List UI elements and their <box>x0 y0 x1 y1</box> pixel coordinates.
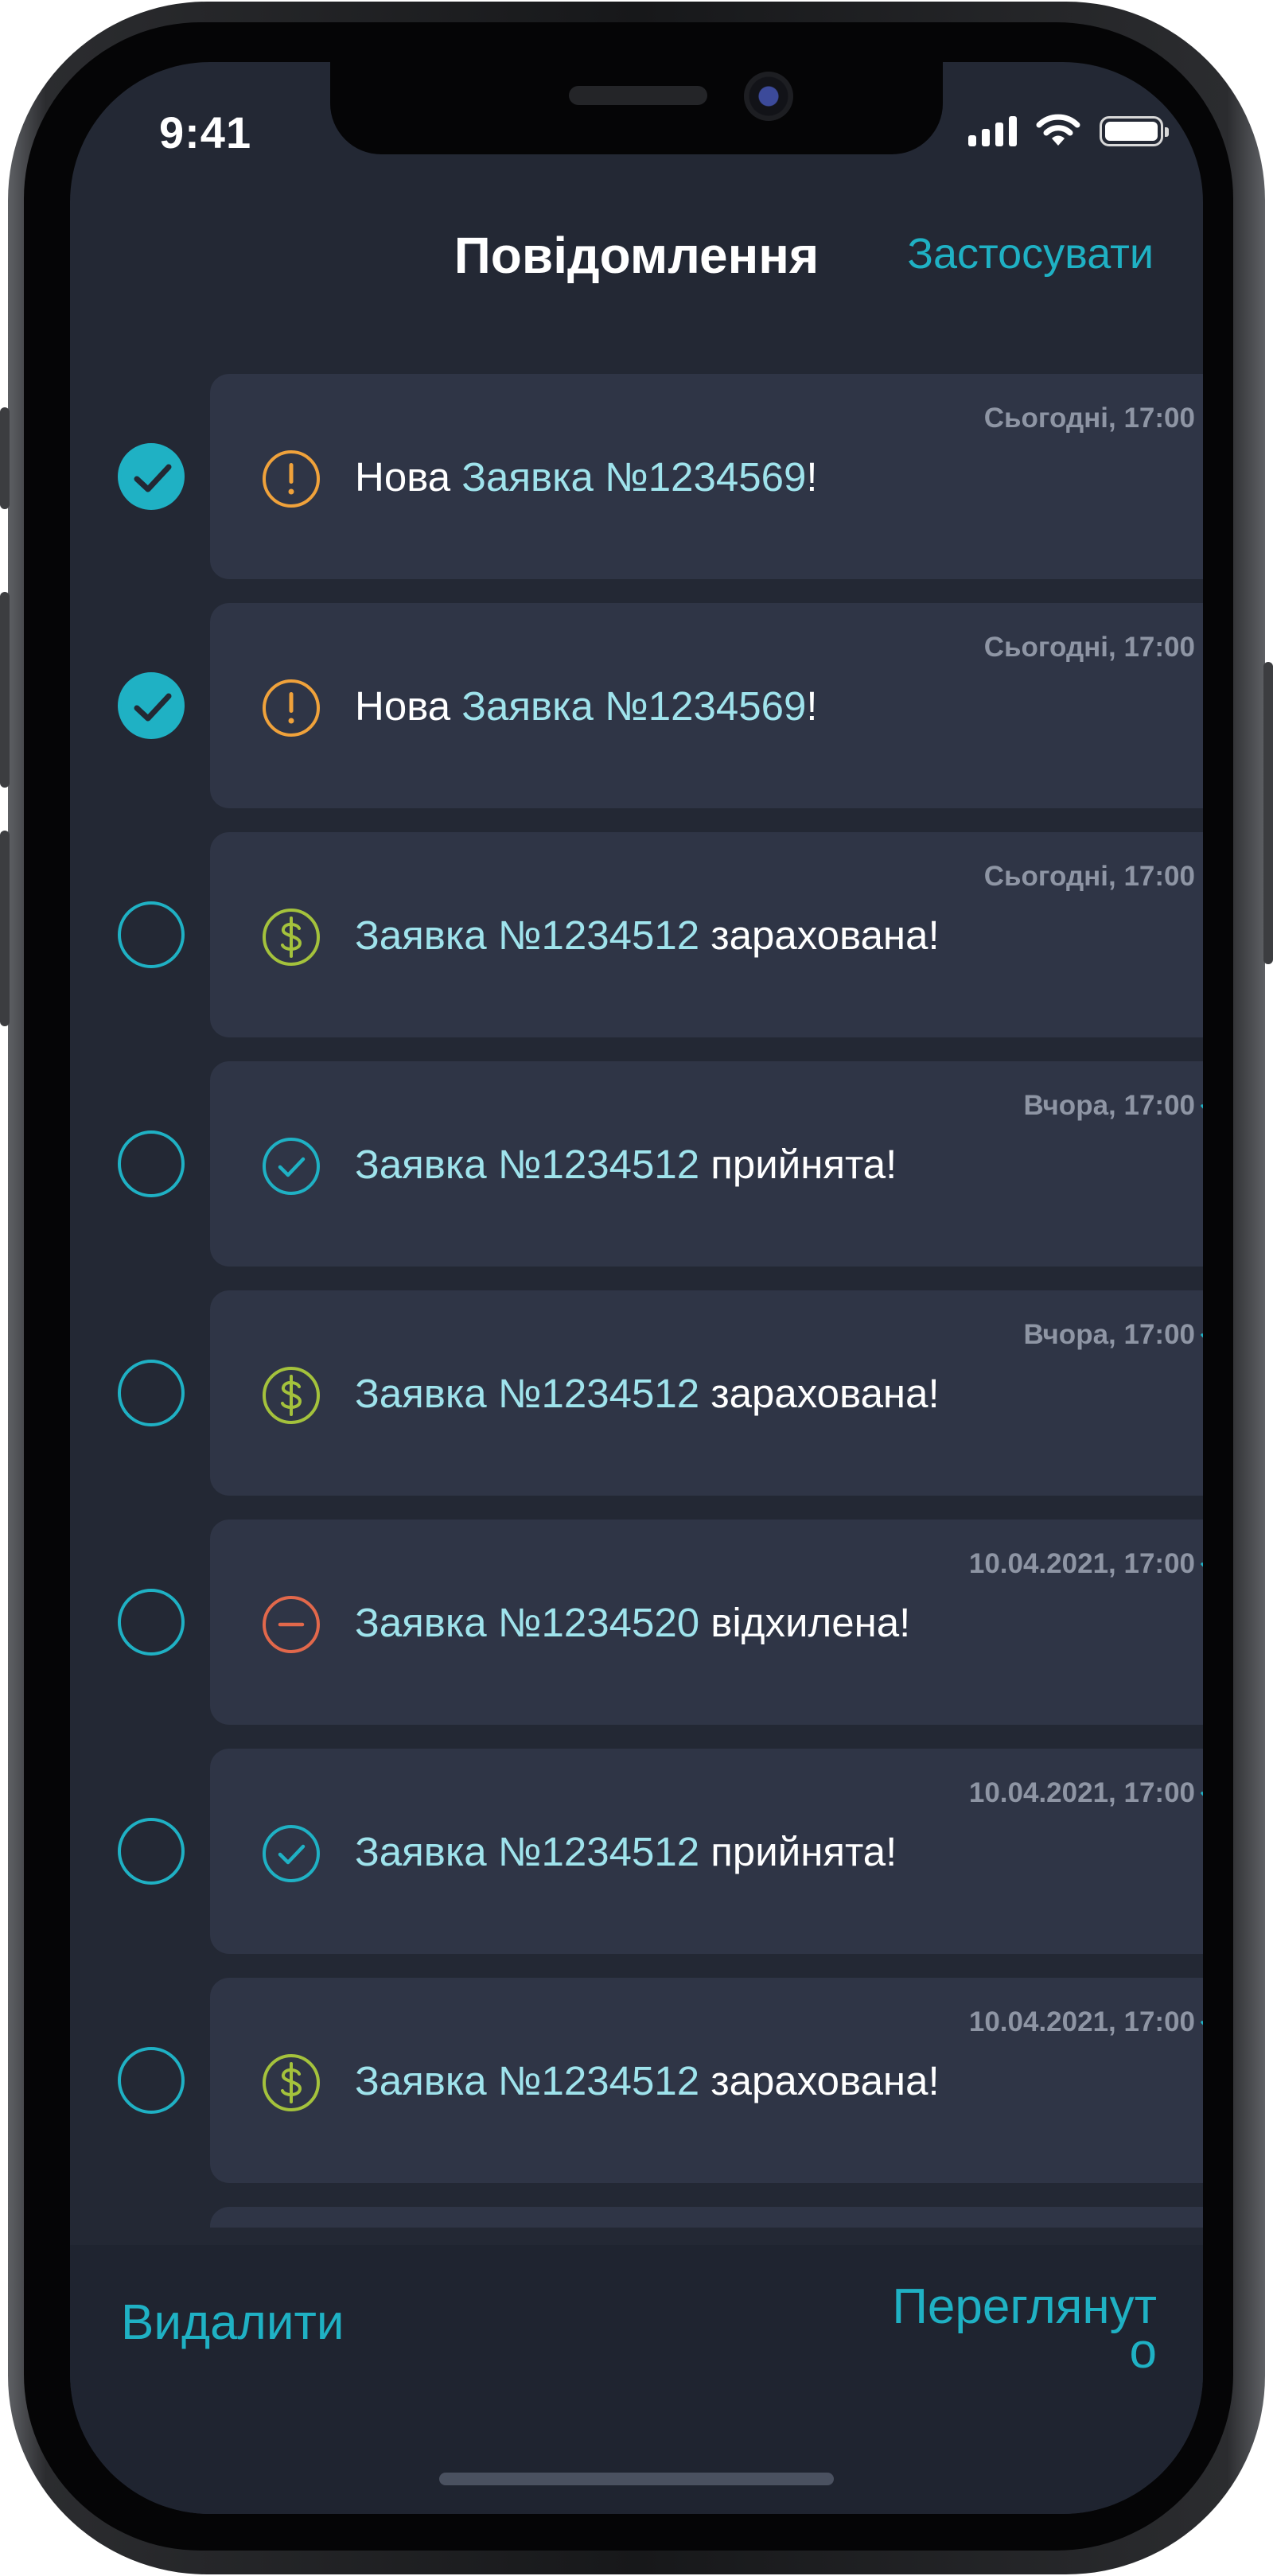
read-check-icon <box>1200 1780 1203 1808</box>
notification-row[interactable]: Вчора, 17:00 Заявка №1234512 прийнята! <box>70 1061 1203 1267</box>
read-check-icon <box>1200 1322 1203 1350</box>
notification-row[interactable]: Сьогодні, 17:00 Нова Заявка №1234569! <box>70 603 1203 808</box>
dollar-icon <box>261 1365 321 1426</box>
selection-checkbox[interactable] <box>118 1589 185 1656</box>
notification-message: Заявка №1234512 зарахована! <box>355 2057 940 2104</box>
mark-viewed-button[interactable]: Переглянуто <box>890 2282 1157 2376</box>
message-suffix: зарахована! <box>699 1371 940 1416</box>
dollar-icon <box>261 907 321 967</box>
message-suffix: прийнята! <box>699 1829 897 1874</box>
notification-message: Заявка №1234520 відхилена! <box>355 1599 910 1646</box>
notification-card[interactable]: Вчора, 17:00 Заявка №1234512 зарахована! <box>210 1290 1203 1496</box>
message-suffix: відхилена! <box>699 1600 911 1645</box>
notification-card[interactable]: 10.04.2021, 17:00 Заявка №1234512 прийнят… <box>210 1749 1203 1954</box>
selection-checkbox[interactable] <box>118 901 185 968</box>
volume-up-button <box>0 592 10 788</box>
delete-button[interactable]: Видалити <box>121 2294 344 2351</box>
message-suffix: ! <box>806 683 818 729</box>
selection-checkbox[interactable] <box>118 1360 185 1426</box>
screen: 9:41 Повідомлення Застосувати Сьогодні, … <box>70 62 1203 2514</box>
selection-checkbox-checked[interactable] <box>118 672 185 739</box>
notification-card[interactable]: 10.04.2021, 17:00 <box>210 2207 1203 2228</box>
notification-message: Заявка №1234512 зарахована! <box>355 912 940 959</box>
request-link[interactable]: Заявка №1234512 <box>355 2058 699 2103</box>
notification-timestamp: Сьогодні, 17:00 <box>983 861 1195 892</box>
notification-row[interactable]: Сьогодні, 17:00 Нова Заявка №1234569! <box>70 374 1203 579</box>
notification-card[interactable]: Сьогодні, 17:00 Заявка №1234512 зарахован… <box>210 832 1203 1037</box>
notification-message: Заявка №1234512 прийнята! <box>355 1828 897 1875</box>
request-link[interactable]: Заявка №1234520 <box>355 1600 699 1645</box>
checkmark-icon <box>134 693 172 722</box>
notification-card[interactable]: Сьогодні, 17:00 Нова Заявка №1234569! <box>210 374 1203 579</box>
notification-timestamp: Вчора, 17:00 <box>1023 1319 1195 1350</box>
notification-row[interactable]: 10.04.2021, 17:00 Заявка №1234512 прийнят… <box>70 1749 1203 1954</box>
battery-icon <box>1100 116 1169 146</box>
wifi-icon <box>1036 114 1080 146</box>
message-suffix: зарахована! <box>699 2058 940 2103</box>
selection-checkbox[interactable] <box>118 1818 185 1885</box>
notification-row[interactable]: Вчора, 17:00 Заявка №1234512 зарахована! <box>70 1290 1203 1496</box>
alert-icon <box>261 678 321 738</box>
signal-icon <box>968 115 1017 146</box>
notification-row[interactable]: 10.04.2021, 17:00 Заявка №1234512 зарахов… <box>70 1978 1203 2183</box>
notification-message: Заявка №1234512 прийнята! <box>355 1141 897 1188</box>
request-link[interactable]: Заявка №1234512 <box>355 1829 699 1874</box>
volume-down-button <box>0 831 10 1026</box>
notification-card[interactable]: Сьогодні, 17:00 Нова Заявка №1234569! <box>210 603 1203 808</box>
notification-message: Заявка №1234512 зарахована! <box>355 1370 940 1417</box>
notification-timestamp: Вчора, 17:00 <box>1023 1090 1195 1121</box>
home-indicator[interactable] <box>439 2473 834 2485</box>
notification-card[interactable]: 10.04.2021, 17:00 Заявка №1234512 зарахов… <box>210 1978 1203 2183</box>
request-link[interactable]: Заявка №1234512 <box>355 912 699 958</box>
mute-switch <box>0 407 10 509</box>
read-check-icon <box>1200 1093 1203 1121</box>
notification-timestamp: Сьогодні, 17:00 <box>983 632 1195 663</box>
notification-card[interactable]: Вчора, 17:00 Заявка №1234512 прийнята! <box>210 1061 1203 1267</box>
notification-timestamp: Сьогодні, 17:00 <box>983 403 1195 434</box>
message-suffix: прийнята! <box>699 1142 897 1187</box>
request-link[interactable]: Заявка №1234512 <box>355 1142 699 1187</box>
apply-button[interactable]: Застосувати <box>907 229 1154 278</box>
notification-message: Нова Заявка №1234569! <box>355 683 818 730</box>
notification-card[interactable]: 10.04.2021, 17:00 Заявка №1234520 відхиле… <box>210 1520 1203 1725</box>
selection-checkbox[interactable] <box>118 2047 185 2114</box>
notification-message: Нова Заявка №1234569! <box>355 453 818 500</box>
front-camera <box>744 72 793 121</box>
message-suffix: зарахована! <box>699 912 940 958</box>
notch <box>330 62 943 154</box>
notification-row[interactable]: 10.04.2021, 17:00 <box>70 2207 1203 2228</box>
message-prefix: Нова <box>355 683 462 729</box>
request-link[interactable]: Заявка №1234512 <box>355 1371 699 1416</box>
notification-row[interactable]: Сьогодні, 17:00 Заявка №1234512 зарахован… <box>70 832 1203 1037</box>
dollar-icon <box>261 2053 321 2113</box>
notification-timestamp: 10.04.2021, 17:00 <box>968 2006 1195 2037</box>
speaker-grille <box>569 86 707 105</box>
notification-list[interactable]: Сьогодні, 17:00 Нова Заявка №1234569! Сьог… <box>70 374 1203 2228</box>
minus-circle-icon <box>261 1594 321 1655</box>
selection-checkbox-checked[interactable] <box>118 443 185 510</box>
notification-timestamp: 10.04.2021, 17:00 <box>968 1548 1195 1579</box>
checkmark-icon <box>134 464 172 492</box>
request-link[interactable]: Заявка №1234569 <box>461 683 806 729</box>
power-button <box>1263 662 1273 964</box>
message-prefix: Нова <box>355 454 462 500</box>
check-circle-icon <box>261 1823 321 1884</box>
read-check-icon <box>1200 1551 1203 1579</box>
request-link[interactable]: Заявка №1234569 <box>461 454 806 500</box>
notification-row[interactable]: 10.04.2021, 17:00 Заявка №1234520 відхиле… <box>70 1520 1203 1725</box>
alert-icon <box>261 449 321 509</box>
message-suffix: ! <box>806 454 818 500</box>
notification-timestamp: 10.04.2021, 17:00 <box>968 1777 1195 1808</box>
status-icons <box>968 111 1169 146</box>
check-circle-icon <box>261 1136 321 1197</box>
read-check-icon <box>1200 2010 1203 2037</box>
selection-checkbox[interactable] <box>118 1130 185 1197</box>
status-time: 9:41 <box>159 107 252 158</box>
